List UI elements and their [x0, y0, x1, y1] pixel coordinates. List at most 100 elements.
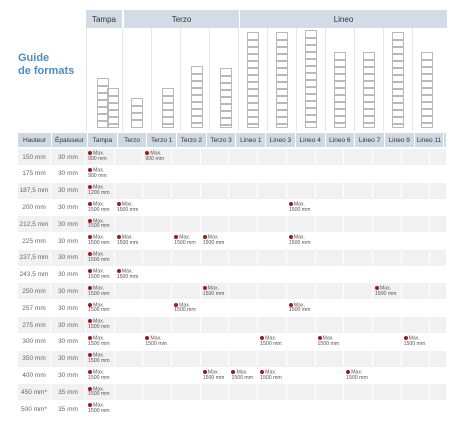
max-value: 1500 mm	[288, 307, 311, 314]
max-value: 1500 mm	[88, 340, 110, 347]
radiator-shape	[220, 68, 232, 128]
max-value: 900 mm	[88, 172, 107, 179]
radiator-rung	[422, 66, 432, 68]
cell-format	[115, 317, 144, 333]
cell-format	[373, 367, 402, 384]
cell-format	[316, 266, 345, 283]
radiator-rung	[393, 95, 403, 97]
radiator-rung	[335, 108, 345, 110]
radiator-rung	[306, 86, 316, 88]
cell-format	[373, 384, 402, 401]
cell-format	[316, 199, 345, 216]
max-value: 1500 mm	[88, 273, 110, 280]
cell-format	[402, 300, 431, 317]
availability-dot-icon	[288, 235, 293, 240]
cell-format	[229, 233, 259, 249]
cell-format	[402, 283, 431, 300]
max-value: 1500 mm	[88, 256, 110, 263]
table-row: 500 mm* 35 mm Max. 1500 mm	[18, 401, 446, 417]
availability-dot-icon	[88, 369, 92, 374]
radiator-rung	[192, 115, 202, 117]
col-terzo: Terzo	[118, 133, 148, 147]
radiator-rung	[248, 102, 258, 104]
availability-dot-icon	[174, 302, 179, 307]
col-terzo-2: Terzo 2	[177, 133, 207, 147]
cell-format	[229, 249, 259, 266]
radiator-rung	[393, 116, 403, 118]
cell-format	[258, 182, 287, 199]
radiator-figure	[296, 28, 326, 131]
cell-format: Max. 1500 mm	[287, 233, 316, 249]
max-value: 1500 mm	[202, 240, 225, 247]
cell-epaisseur: 30 mm	[51, 350, 86, 367]
radiator-rung	[108, 123, 118, 125]
radiator-rung	[393, 88, 403, 90]
cell-format	[402, 266, 431, 283]
radiator-rung	[221, 96, 231, 98]
cell-format	[402, 149, 431, 165]
max-length-marker: Max. 1500 mm	[202, 285, 225, 297]
cell-format	[201, 182, 230, 199]
max-length-marker: Max. 1500 mm	[88, 369, 110, 381]
max-length-marker: Max. 1500 mm	[88, 235, 110, 246]
cell-format	[229, 333, 259, 350]
cell-format	[287, 317, 316, 333]
cell-format	[115, 333, 144, 350]
max-length-marker: Max. 1500 mm	[88, 386, 110, 398]
cell-format	[344, 266, 373, 283]
cell-format	[287, 401, 316, 417]
radiator-rung	[248, 53, 258, 55]
cell-format	[287, 384, 316, 401]
radiator-rung	[277, 88, 287, 90]
cell-format	[172, 165, 201, 182]
cell-format	[258, 266, 287, 283]
max-length-marker: Max. 1500 mm	[88, 319, 110, 330]
cell-format: Max. 1500 mm	[287, 199, 316, 216]
max-value: 1500 mm	[174, 307, 196, 314]
table-row: 300 mm 30 mm Max. 1500 mm Max. 1500 mm Max. 150…	[18, 333, 446, 350]
max-value: 1500 mm	[202, 374, 225, 381]
max-value: 1500 mm	[260, 374, 282, 381]
max-value: 1500 mm	[88, 324, 110, 331]
cell-format: Max. 1500 mm	[115, 199, 144, 216]
radiator-rung	[393, 109, 403, 111]
cell-format: Max. 1500 mm	[172, 233, 201, 249]
cell-format	[229, 266, 259, 283]
cell-format	[229, 283, 259, 300]
cell-format	[258, 300, 287, 317]
table-row: 350 mm 30 mm Max. 1500 mm	[18, 350, 446, 367]
availability-dot-icon	[88, 252, 92, 257]
cell-format: Max. 1500 mm	[86, 333, 115, 350]
radiator-rung	[132, 105, 142, 107]
col-lineo-3: Lineo 3	[266, 133, 296, 147]
max-value: 900 mm	[88, 156, 107, 163]
availability-dot-icon	[88, 218, 92, 223]
radiator-rung	[393, 123, 403, 125]
cell-format	[229, 317, 259, 333]
max-value: 1500 mm	[202, 290, 225, 297]
radiator-rung	[192, 108, 202, 110]
table-header: Hauteur Épaisseur Tampa Terzo Terzo 1 Te…	[18, 133, 446, 147]
cell-format	[229, 401, 259, 417]
col-lineo-7: Lineo 7	[355, 133, 385, 147]
cell-format	[143, 317, 173, 333]
radiator-rung	[306, 51, 316, 53]
cell-format	[373, 182, 402, 199]
group-tampa: Tampa	[86, 10, 122, 28]
radiator-rung	[335, 122, 345, 124]
cell-format: Max. 1500 mm	[115, 266, 144, 283]
max-length-marker: Max. 1500 mm	[260, 336, 282, 347]
cell-format	[373, 165, 402, 182]
cell-epaisseur: 30 mm	[51, 233, 86, 249]
radiator-rung	[335, 80, 345, 82]
availability-dot-icon	[88, 302, 92, 307]
radiator-rung	[422, 108, 432, 110]
max-length-marker: Max. 1500 mm	[202, 235, 225, 247]
cell-format	[115, 165, 144, 182]
cell-format	[258, 401, 287, 417]
cell-format	[201, 249, 230, 266]
cell-format	[229, 165, 259, 182]
max-length-marker: Max. 1500 mm	[346, 369, 368, 381]
cell-format	[316, 300, 345, 317]
cell-format	[316, 149, 345, 165]
